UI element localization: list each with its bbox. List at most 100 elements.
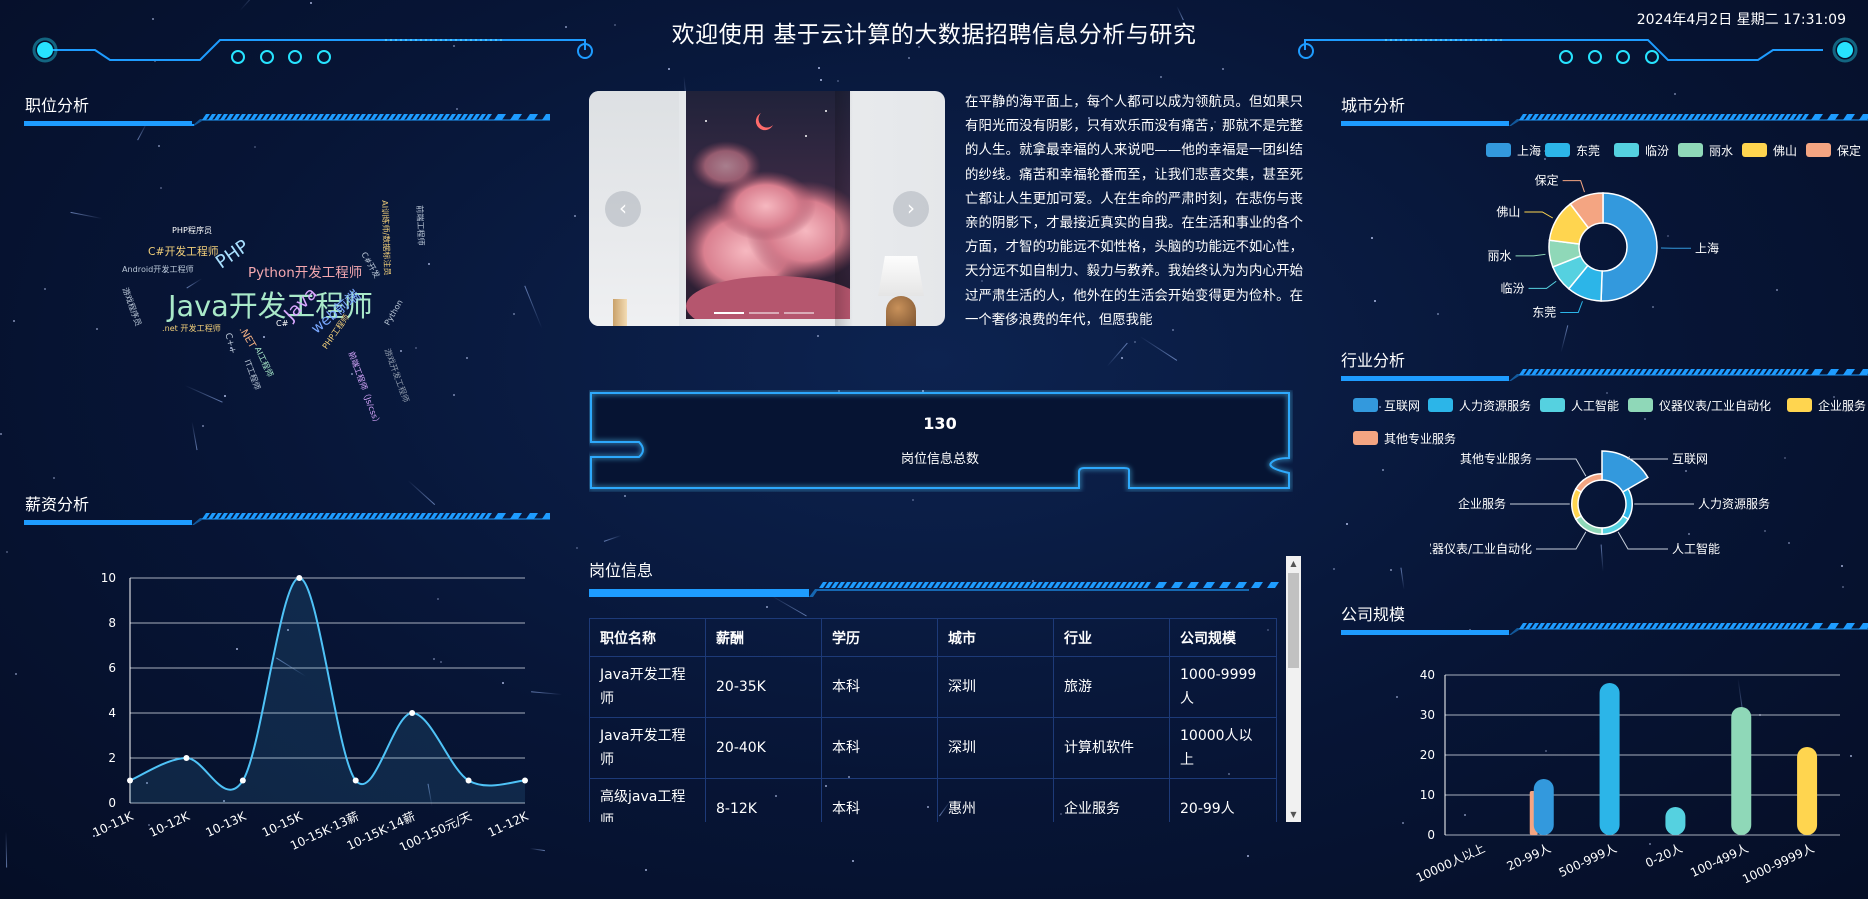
legend-item[interactable]: 人工智能 [1540, 397, 1619, 414]
star [1134, 341, 1136, 343]
col-header: 城市 [937, 618, 1054, 657]
star [0, 433, 2, 435]
col-header: 行业 [1053, 618, 1170, 657]
star [6, 551, 8, 553]
table-row[interactable]: Java开发工程师 20-40K 本科 深圳 计算机软件 10000人以上 [589, 717, 1277, 779]
legend-item[interactable]: 互联网 [1353, 397, 1420, 414]
legend-swatch [1353, 398, 1378, 412]
salary-point [239, 777, 246, 784]
cell-education: 本科 [821, 778, 938, 822]
word-cloud-term: 前端工程师（Js/css） [346, 350, 383, 428]
legend-item[interactable]: 上海 [1486, 142, 1541, 159]
y-tick-label: 6 [108, 661, 116, 675]
industry-slice-label: 互联网 [1672, 452, 1708, 466]
star [1841, 565, 1843, 567]
salary-point [183, 755, 190, 761]
star [574, 215, 576, 217]
legend-swatch [1353, 431, 1378, 445]
x-tick-label: 500-999人 [1557, 841, 1619, 880]
legend-item[interactable]: 临汾 [1614, 142, 1669, 159]
cell-industry: 旅游 [1053, 656, 1170, 718]
light-streak [1400, 567, 1405, 590]
legend-swatch [1787, 398, 1812, 412]
light-streak [1139, 336, 1178, 361]
cell-company-size: 20-99人 [1169, 778, 1277, 822]
legend-swatch [1628, 398, 1653, 412]
salary-point [352, 777, 359, 784]
article-text: 在平静的海平面上，每个人都可以成为领航员。但如果只有阳光而没有阴影，只有欢乐而没… [965, 95, 1303, 328]
industry-slice [1574, 472, 1603, 494]
city-slice-label: 丽水 [1488, 249, 1512, 263]
light-streak [603, 535, 622, 542]
star [1644, 418, 1646, 420]
word-cloud-term: Android开发工程师 [122, 264, 194, 274]
legend-item[interactable]: 佛山 [1742, 142, 1797, 159]
legend-swatch [1428, 398, 1453, 412]
y-tick-label: 0 [1427, 828, 1435, 842]
table-row[interactable]: Java开发工程师 20-35K 本科 深圳 旅游 1000-9999人 [589, 656, 1277, 718]
star [1437, 313, 1439, 315]
col-header: 薪酬 [705, 618, 822, 657]
star [852, 860, 854, 862]
image-carousel[interactable]: ‹ › [589, 91, 945, 326]
carousel-indicator[interactable] [784, 312, 814, 314]
industry-label-line [1536, 531, 1587, 550]
y-tick-label: 40 [1420, 668, 1435, 682]
city-slice-label: 上海 [1695, 240, 1719, 255]
city-slice-label: 东莞 [1532, 305, 1556, 319]
cell-city: 惠州 [937, 778, 1054, 822]
star [202, 425, 204, 427]
total-jobs-stat: 130 岗位信息总数 [589, 392, 1291, 490]
legend-item[interactable]: 保定 [1806, 142, 1861, 159]
y-tick-label: 10 [101, 571, 116, 585]
city-analysis-title: 城市分析 [1341, 96, 1406, 115]
title-underline [1341, 114, 1868, 126]
cell-industry: 企业服务 [1053, 778, 1170, 822]
star [1674, 93, 1676, 95]
carousel-indicator[interactable] [714, 312, 744, 314]
star [912, 499, 914, 501]
star [624, 495, 626, 497]
table-row[interactable]: 高级java工程师 8-12K 本科 惠州 企业服务 20-99人 [589, 778, 1277, 822]
star [1346, 523, 1348, 525]
legend-item[interactable]: 东莞 [1545, 142, 1600, 159]
city-label-line [1515, 253, 1546, 257]
carousel-prev-button[interactable]: ‹ [605, 191, 641, 227]
salary-point [296, 575, 303, 581]
legend-item[interactable]: 丽水 [1678, 142, 1733, 159]
job-table-viewport[interactable]: 职位名称 薪酬 学历 城市 行业 公司规模 Java开发工程师 20-35K 本… [589, 618, 1289, 822]
title-underline [1341, 623, 1868, 635]
scroll-thumb[interactable] [1288, 573, 1299, 668]
vase-decoration [613, 299, 627, 326]
x-tick-label: 10-13K [203, 809, 249, 840]
industry-analysis-title: 行业分析 [1341, 351, 1406, 370]
legend-item[interactable]: 仪器仪表/工业自动化 [1628, 397, 1771, 414]
col-header: 公司规模 [1169, 618, 1277, 657]
salary-line-chart: 024681010-11K 10-12K 10-13K 10-15K10-15K·13… [91, 571, 532, 850]
carousel-indicator[interactable] [749, 312, 779, 314]
y-tick-label: 0 [108, 796, 116, 810]
legend-item[interactable]: 企业服务 [1787, 397, 1866, 414]
cell-city: 深圳 [937, 656, 1054, 718]
legend-item[interactable]: 人力资源服务 [1428, 397, 1531, 414]
city-donut-chart: 上海东莞临汾 丽水 佛山 保定 [1488, 173, 1719, 320]
legend-label: 仪器仪表/工业自动化 [1659, 399, 1772, 413]
cell-title: 高级java工程师 [589, 778, 706, 822]
scroll-up-icon[interactable]: ▲ [1286, 556, 1301, 571]
city-slice [1600, 192, 1658, 302]
table-scrollbar[interactable]: ▲ ▼ [1286, 556, 1301, 822]
scroll-down-icon[interactable]: ▼ [1286, 807, 1301, 822]
industry-rose-chart: 互联网人力资源服务人工智能 仪器仪表/工业自动化企业服务 其他专业服务 [1430, 450, 1770, 556]
legend-swatch [1614, 143, 1639, 157]
star [1382, 469, 1384, 471]
carousel-next-button[interactable]: › [893, 191, 929, 227]
industry-label-line [1627, 456, 1668, 460]
legend-swatch [1678, 143, 1703, 157]
word-cloud-term: C#开发工程师 [148, 245, 219, 258]
legend-swatch [1742, 143, 1767, 157]
company-bar [1797, 747, 1818, 835]
company-size-bar-chart: 01020304010000人以上 20-99人 500-999人 0-20人 100-… [1414, 668, 1840, 886]
cell-industry: 计算机软件 [1053, 717, 1170, 779]
cell-salary: 8-12K [705, 778, 822, 822]
star [453, 394, 455, 396]
